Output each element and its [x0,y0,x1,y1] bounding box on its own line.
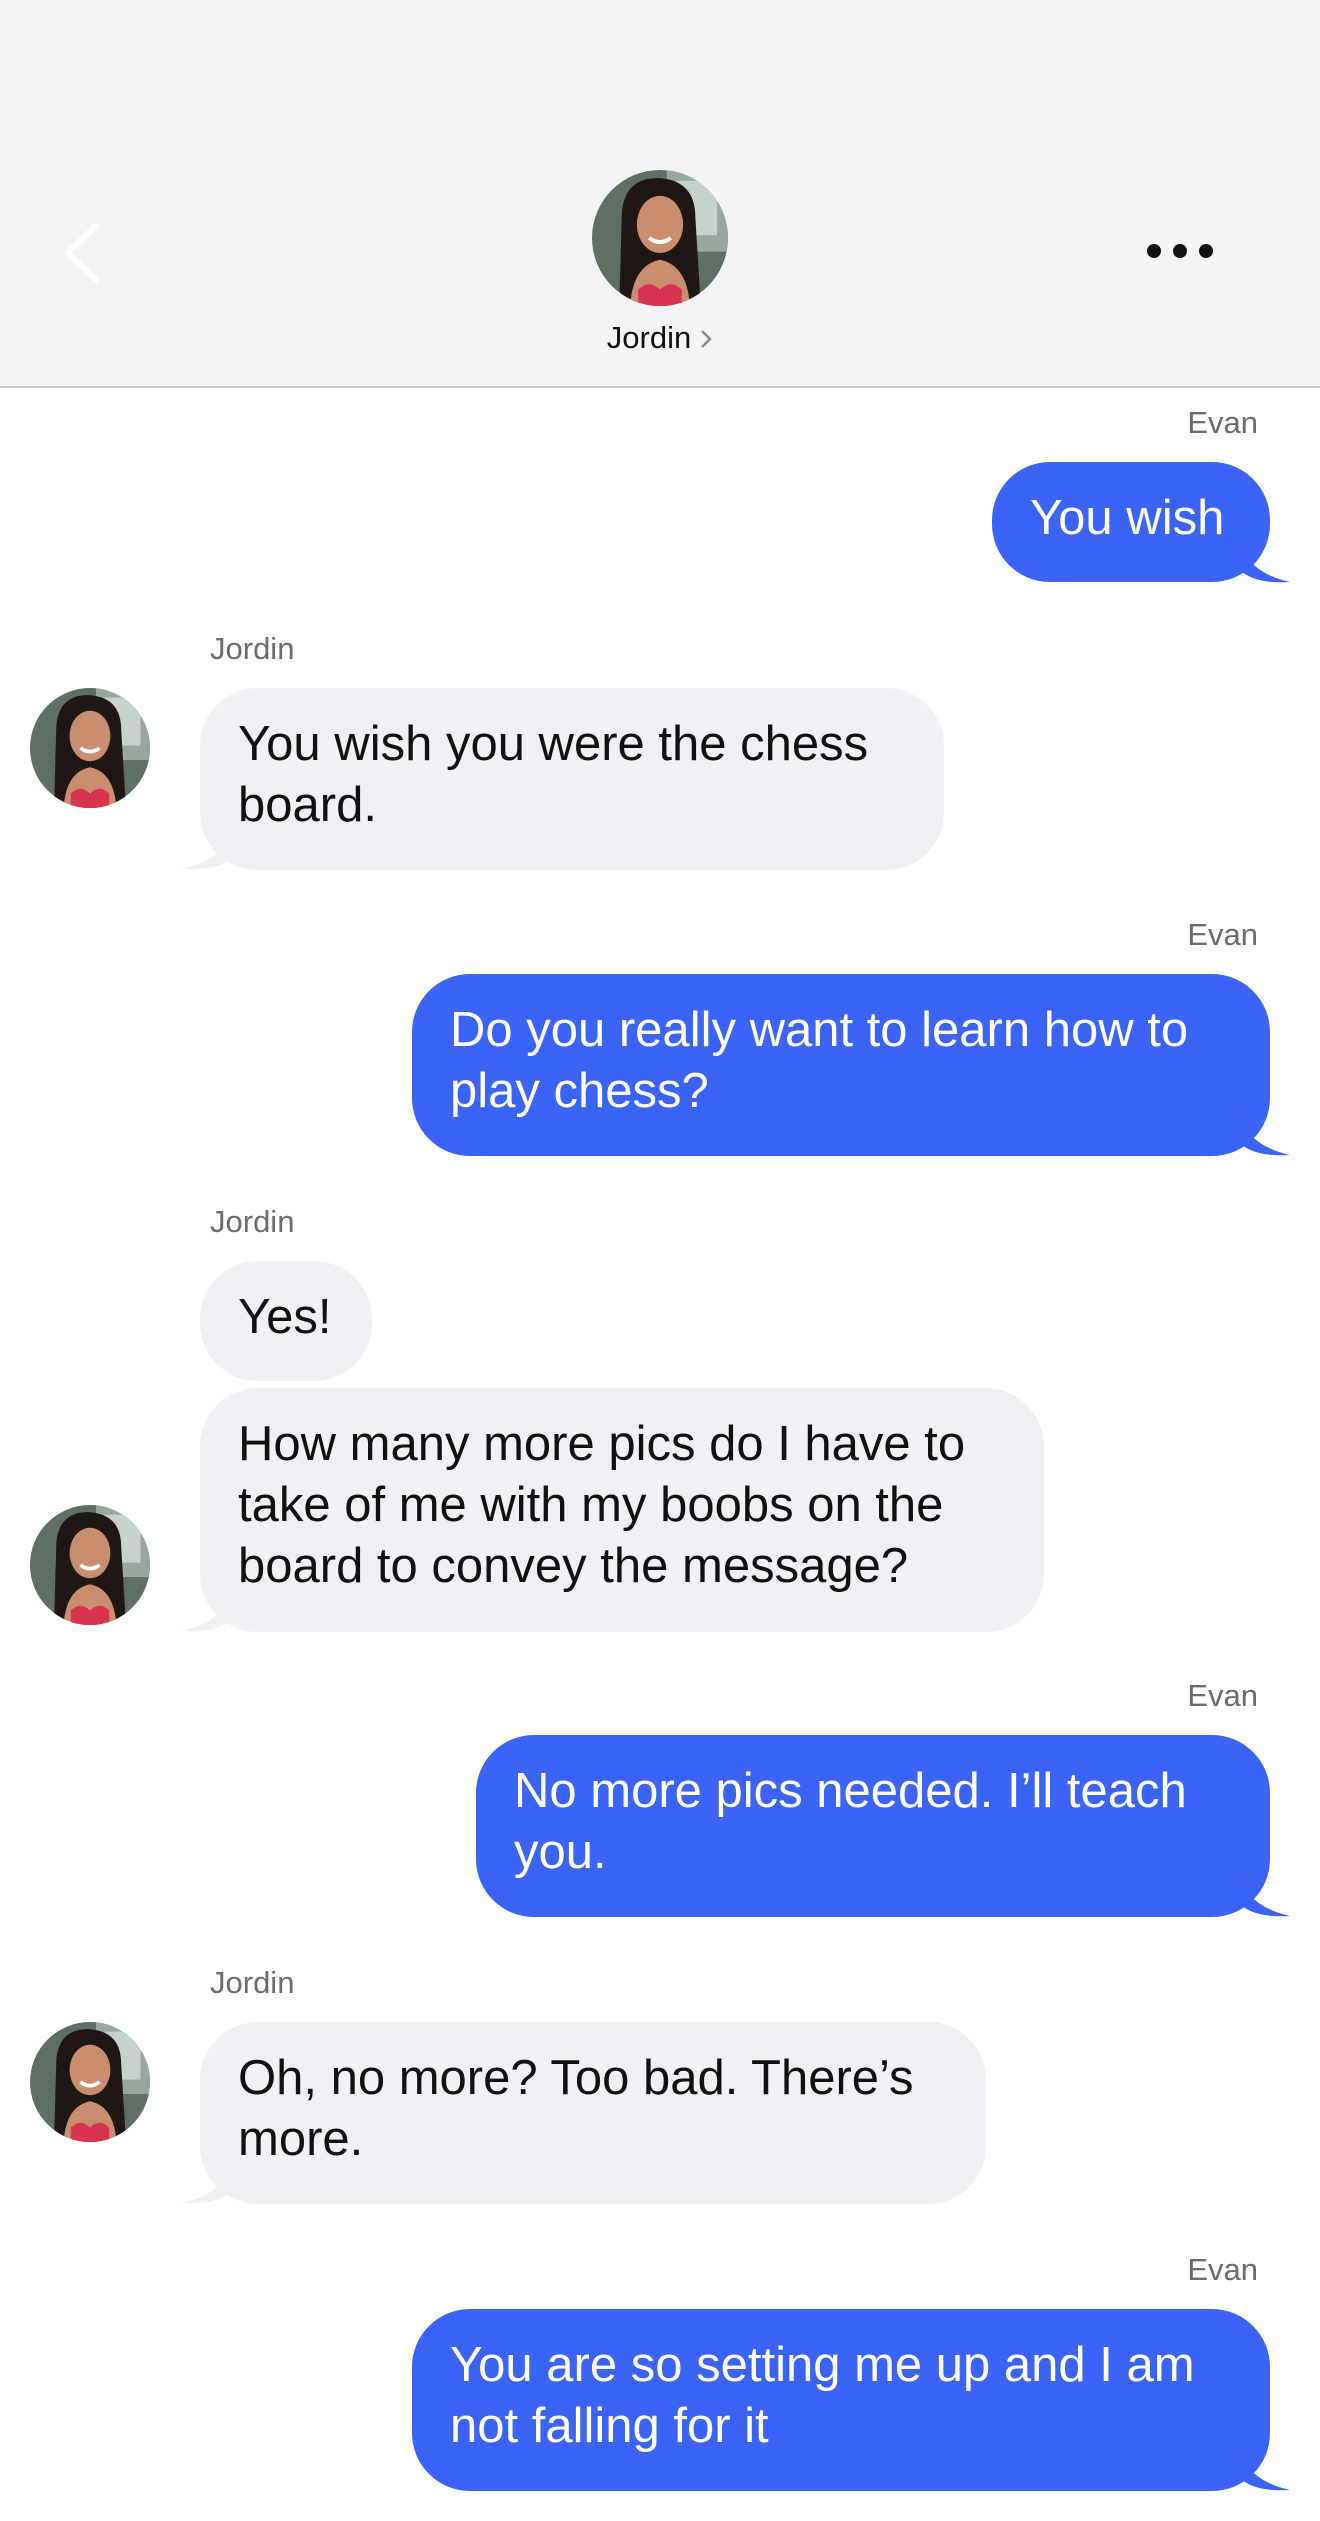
sender-avatar[interactable] [30,688,150,808]
sender-label: Jordin [210,1204,295,1239]
message-text: How many more pics do I have to take of … [238,1417,966,1593]
incoming-message-bubble[interactable]: How many more pics do I have to take of … [200,1388,1044,1632]
incoming-message-bubble[interactable]: You wish you were the chess board. [200,688,944,870]
back-button[interactable] [56,218,116,288]
message-text: You are so setting me up and I am not fa… [450,2338,1195,2453]
contact-name: Jordin [606,320,692,355]
sender-label: Evan [1187,917,1258,952]
sender-label: Jordin [210,1965,295,2000]
message-text: Oh, no more? Too bad. There’s more. [238,2051,914,2166]
message-text: You wish [1030,491,1225,545]
more-options-button[interactable] [1140,226,1220,276]
message-text: Do you really want to learn how to play … [450,1003,1189,1118]
incoming-message-bubble[interactable]: Yes! [200,1261,372,1381]
conversation-header: Jordin [0,0,1320,388]
message-text: You wish you were the chess board. [238,717,869,832]
contact-avatar[interactable] [592,170,728,306]
outgoing-message-bubble[interactable]: No more pics needed. I’ll teach you. [476,1735,1270,1917]
bubble-tail [1240,1113,1290,1156]
sender-label: Evan [1187,2252,1258,2287]
message-text: Yes! [238,1290,332,1344]
bubble-tail [1240,2448,1290,2491]
outgoing-message-bubble[interactable]: Do you really want to learn how to play … [412,974,1270,1156]
incoming-message-bubble[interactable]: Oh, no more? Too bad. There’s more. [200,2022,986,2204]
ellipsis-icon [1147,244,1213,258]
chevron-left-icon [65,223,99,283]
bubble-tail [182,827,232,870]
bubble-tail [1240,540,1290,583]
chevron-right-icon [699,322,713,358]
sender-label: Jordin [210,631,295,666]
sender-label: Evan [1187,1678,1258,1713]
sender-avatar[interactable] [30,2022,150,2142]
message-text: No more pics needed. I’ll teach you. [514,1764,1187,1879]
contact-name-button[interactable]: Jordin [560,320,760,358]
sender-avatar[interactable] [30,1505,150,1625]
bubble-tail [182,1589,232,1632]
bubble-tail [182,2161,232,2204]
outgoing-message-bubble[interactable]: You are so setting me up and I am not fa… [412,2309,1270,2491]
outgoing-message-bubble[interactable]: You wish [992,462,1270,582]
sender-label: Evan [1187,405,1258,440]
bubble-tail [1240,1874,1290,1917]
